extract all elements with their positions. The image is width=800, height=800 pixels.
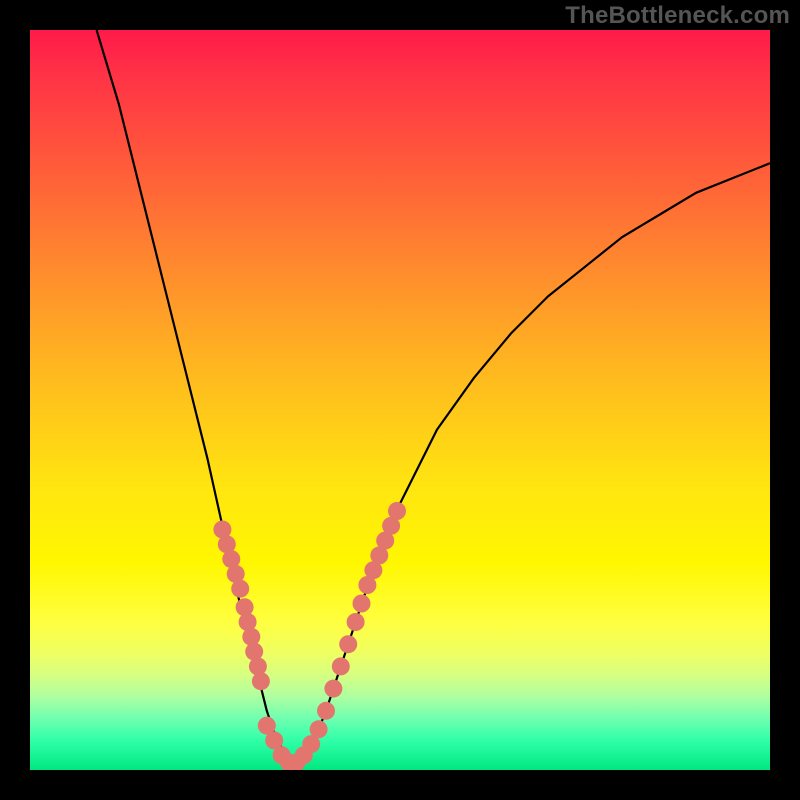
data-point — [353, 595, 371, 613]
data-point — [236, 598, 254, 616]
data-point — [252, 672, 270, 690]
data-point — [324, 680, 342, 698]
bottleneck-curve-line — [97, 30, 770, 770]
bottleneck-chart — [30, 30, 770, 770]
data-point — [388, 502, 406, 520]
watermark-text: TheBottleneck.com — [565, 2, 790, 30]
data-point — [317, 702, 335, 720]
data-point — [347, 613, 365, 631]
chart-frame — [30, 30, 770, 770]
data-point — [249, 657, 267, 675]
data-point — [310, 720, 328, 738]
data-point — [332, 657, 350, 675]
data-point-markers — [213, 502, 406, 770]
data-point — [339, 635, 357, 653]
data-point — [231, 580, 249, 598]
